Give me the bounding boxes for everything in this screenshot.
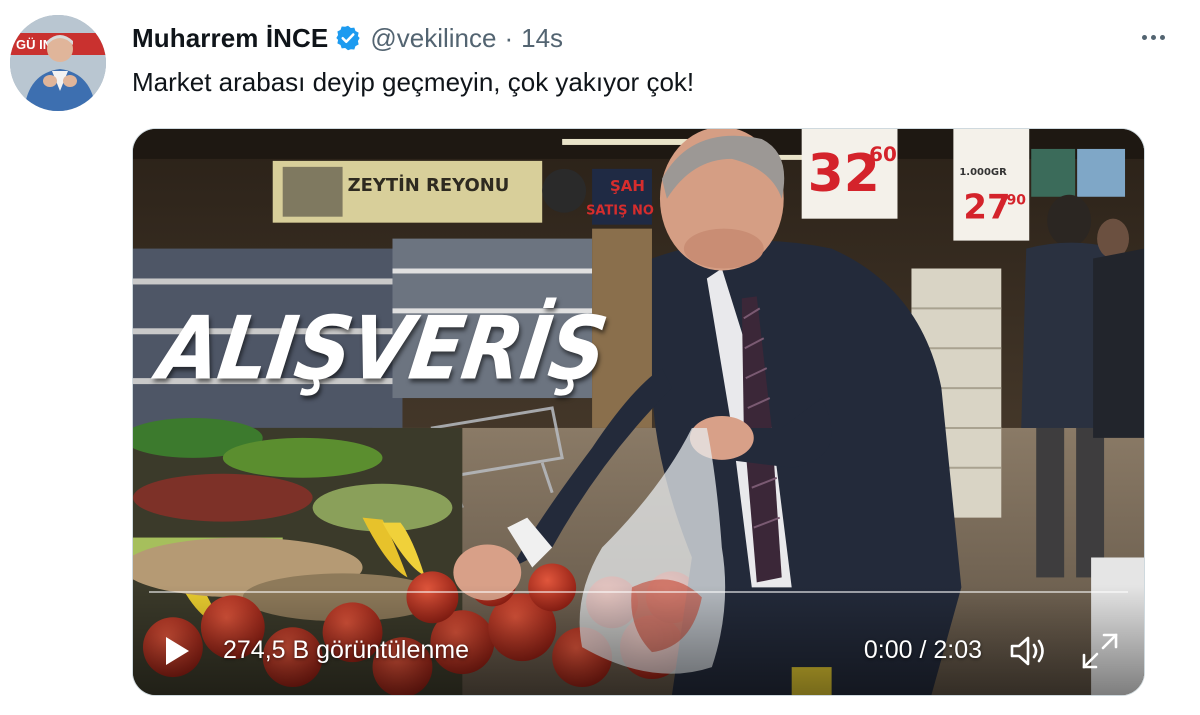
- video-player[interactable]: ZEYTİN REYONU ŞAH SATIŞ NO 32 .60 1.000G…: [132, 128, 1145, 696]
- more-dots-icon[interactable]: [1136, 22, 1170, 52]
- avatar[interactable]: GÜ INCE: [10, 15, 106, 111]
- tweet-card[interactable]: GÜ INCE Muharrem İNCE @vekilince · 14s M…: [0, 0, 1200, 715]
- price-sign-2-top: 1.000GR: [959, 167, 1007, 178]
- volume-icon[interactable]: [1008, 633, 1048, 669]
- sign-partial: ŞAH: [610, 177, 645, 195]
- tweet-header: Muharrem İNCE @vekilince · 14s: [132, 20, 563, 56]
- avatar-image: GÜ INCE: [10, 15, 106, 111]
- tweet-time[interactable]: 14s: [521, 23, 563, 54]
- banner-zeytin-reyonu: ZEYTİN REYONU: [348, 174, 510, 196]
- sign-partial-2: SATIŞ NO: [586, 204, 654, 219]
- video-time: 0:00 / 2:03: [863, 636, 982, 664]
- verified-badge-icon: [334, 24, 362, 52]
- view-count: 274,5 B görüntülenme: [223, 636, 470, 664]
- author-name[interactable]: Muharrem İNCE: [132, 23, 328, 54]
- fullscreen-icon[interactable]: [1080, 631, 1120, 671]
- price-sign-1-cents: .60: [862, 142, 897, 166]
- price-sign-2-cents: .90: [1001, 193, 1026, 209]
- separator-dot: ·: [504, 22, 514, 53]
- author-handle[interactable]: @vekilince: [370, 23, 496, 54]
- tweet-text: Market arabası deyip geçmeyin, çok yakıy…: [132, 67, 695, 97]
- video-overlay-title: ALIŞVERİŞ: [152, 299, 613, 400]
- play-icon[interactable]: [163, 635, 191, 667]
- progress-bar[interactable]: [149, 591, 1128, 593]
